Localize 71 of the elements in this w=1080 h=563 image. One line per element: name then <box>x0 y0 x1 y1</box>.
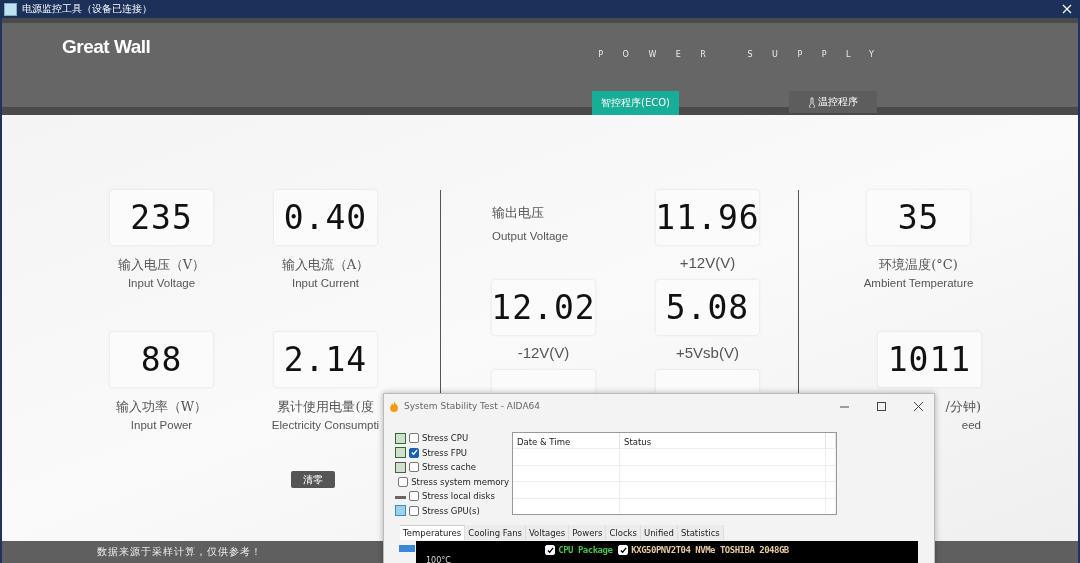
chip-icon <box>395 432 406 444</box>
checkbox[interactable] <box>409 505 419 516</box>
checkbox-label: Stress system memory <box>411 476 509 487</box>
checkbox[interactable] <box>398 476 409 487</box>
checkbox-label: Stress FPU <box>422 447 468 458</box>
digital-display: 2.14 <box>274 332 377 387</box>
meter-label: 环境温度(°C) <box>879 256 958 274</box>
close-icon <box>913 401 923 411</box>
checkbox-label: Stress local disks <box>422 491 495 502</box>
checkbox[interactable] <box>409 433 419 444</box>
meter-label: 累计使用电量(度 <box>277 398 374 416</box>
graph-tab[interactable]: Statistics <box>677 525 724 540</box>
meter-label: Input Power <box>130 419 193 431</box>
brand-logo: Great Wall <box>62 36 151 58</box>
checkbox-label: Stress CPU <box>422 433 469 444</box>
graph-tab[interactable]: Cooling Fans <box>465 525 526 540</box>
meter-label: 输入电流（A） <box>281 256 370 274</box>
checkbox-label: Stress cache <box>422 462 476 473</box>
table-cell <box>826 497 836 514</box>
digital-display: 88 <box>110 332 213 387</box>
graph-tab[interactable]: Powers <box>569 525 607 540</box>
axis-label: 100°C <box>426 556 451 563</box>
app-icon <box>4 2 17 16</box>
meter-label: Input Voltage <box>127 277 196 289</box>
meter-label: /分钟) <box>945 398 981 416</box>
graph-tab[interactable]: Temperatures <box>400 525 466 540</box>
graph-tab[interactable]: Unified <box>640 525 678 540</box>
thermometer-icon <box>808 96 816 108</box>
meter-label: eed <box>961 419 981 431</box>
meter-label: Ambient Temperature <box>863 277 974 289</box>
digital-display: 0.40 <box>274 190 377 245</box>
window-title: 电源监控工具（设备已连接） <box>22 2 153 16</box>
memory-module-icon <box>395 461 406 473</box>
legend-label: CPU Package <box>558 545 613 555</box>
meter-label: +12V(V) <box>679 254 736 271</box>
clear-button[interactable]: 清零 <box>291 471 335 488</box>
digital-display: 35 <box>867 190 970 245</box>
table-cell <box>826 464 836 481</box>
meter-label: -12V(V) <box>517 344 570 361</box>
flame-icon <box>389 400 399 412</box>
section-title: Output Voltage <box>492 230 570 242</box>
scroll-indicator <box>399 545 415 552</box>
checkbox[interactable] <box>409 447 419 458</box>
meter-label: Input Current <box>291 277 360 289</box>
digital-display: 1011 <box>878 332 981 387</box>
digital-display: 11.96 <box>656 190 759 245</box>
window-title: System Stability Test - AIDA64 <box>404 401 541 411</box>
digital-display: 12.02 <box>492 280 595 335</box>
meter-label: Electricity Consumpti <box>271 419 380 431</box>
checkbox-label: Stress GPU(s) <box>422 505 480 516</box>
meter-label: +5Vsb(V) <box>676 344 739 361</box>
footer-note: 数据来源于采样计算，仅供参考！ <box>97 545 262 559</box>
checkbox[interactable] <box>409 491 419 502</box>
mode-tab[interactable]: 温控程序 <box>789 91 877 113</box>
close-icon <box>1062 4 1072 14</box>
column-header: Date & Time <box>513 433 620 448</box>
digital-display: 5.08 <box>656 280 759 335</box>
tagline: POWER SUPPLY <box>598 50 894 59</box>
digital-display: 235 <box>110 190 213 245</box>
monitor-icon <box>395 505 406 517</box>
legend-label: KXG50PNV2T04 NVMe TOSHIBA 2048GB <box>631 545 789 555</box>
maximize-icon <box>876 401 886 411</box>
graph-tab[interactable]: Clocks <box>606 525 641 540</box>
chip-icon <box>395 447 406 459</box>
section-title: 输出电压 <box>492 204 545 222</box>
checkbox[interactable] <box>409 462 419 473</box>
graph-tab[interactable]: Voltages <box>525 525 570 540</box>
meter-label: 输入功率（W） <box>115 398 208 416</box>
column-header: Status <box>620 433 826 448</box>
meter-label: 输入电压（V） <box>117 256 206 274</box>
table-cell <box>826 481 836 498</box>
